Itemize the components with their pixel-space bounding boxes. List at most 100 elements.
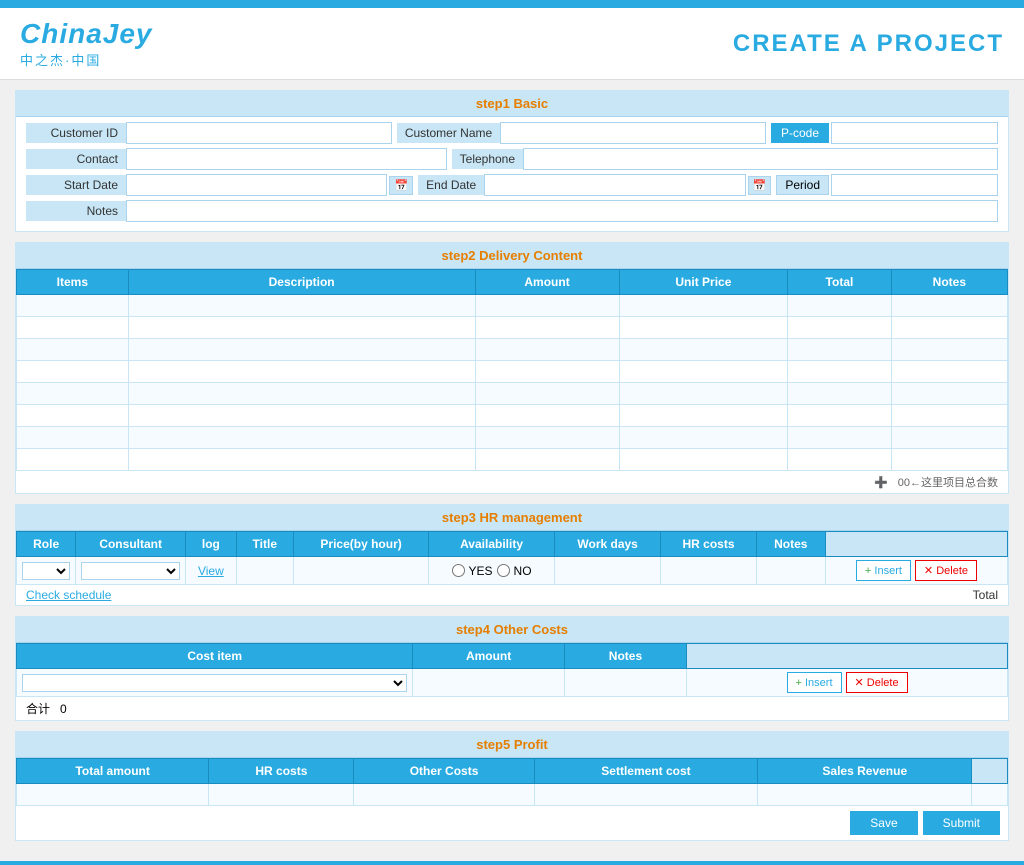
- cost-delete-button[interactable]: Delete: [846, 672, 908, 693]
- logo-sub: 中之杰·中国: [20, 50, 153, 69]
- step2-title-colored: Delivery Content: [479, 248, 582, 263]
- end-date-icon[interactable]: 📅: [748, 176, 772, 195]
- period-button[interactable]: Period: [776, 175, 829, 195]
- submit-button[interactable]: Submit: [923, 811, 1000, 835]
- yes-radio[interactable]: [452, 564, 465, 577]
- page-title: CREATE A PROJECT: [733, 30, 1004, 58]
- col-notes-hr: Notes: [756, 532, 825, 557]
- add-icon[interactable]: ➕: [874, 476, 888, 489]
- step3-section: step3 HR management Role Consultant log …: [15, 504, 1009, 606]
- main-content: step1 Basic Customer ID Customer Name P-…: [0, 80, 1024, 861]
- end-date-label: End Date: [418, 175, 484, 195]
- step1-header: step1 Basic: [16, 91, 1008, 117]
- logo: ChinaJey 中之杰·中国: [20, 18, 153, 69]
- step4-header: step4 Other Costs: [16, 617, 1008, 643]
- pcode-button[interactable]: P-code: [771, 123, 829, 143]
- col-other-costs-p: Other Costs: [354, 759, 534, 784]
- cost-insert-button[interactable]: Insert: [787, 672, 842, 693]
- hr-header-row: Role Consultant log Title Price(by hour)…: [17, 532, 1008, 557]
- table-row: [17, 317, 1008, 339]
- col-settlement: Settlement cost: [534, 759, 758, 784]
- cost-footer: 合计 0: [16, 697, 1008, 720]
- col-availability: Availability: [429, 532, 554, 557]
- col-amount-cost: Amount: [413, 644, 564, 669]
- step2-title-plain: step2: [442, 248, 476, 263]
- step1-form: Customer ID Customer Name P-code Contact…: [16, 117, 1008, 231]
- col-workdays: Work days: [554, 532, 661, 557]
- step3-title-plain: step3: [442, 510, 476, 525]
- customer-name-label: Customer Name: [397, 123, 500, 143]
- hr-delete-button[interactable]: Delete: [915, 560, 977, 581]
- step4-title-colored: Other Costs: [494, 622, 568, 637]
- hr-table: Role Consultant log Title Price(by hour)…: [16, 531, 1008, 585]
- cost-row: Insert Delete: [17, 669, 1008, 697]
- pcode-input[interactable]: [831, 122, 998, 144]
- cost-total-label: 合计: [26, 700, 50, 717]
- col-sales-revenue: Sales Revenue: [758, 759, 972, 784]
- step2-header: step2 Delivery Content: [16, 243, 1008, 269]
- telephone-input[interactable]: [523, 148, 998, 170]
- hr-row: View YES NO: [17, 557, 1008, 585]
- view-link[interactable]: View: [198, 564, 224, 578]
- header: ChinaJey 中之杰·中国 CREATE A PROJECT: [0, 8, 1024, 80]
- col-items: Items: [17, 270, 129, 295]
- col-actions: [825, 532, 1007, 557]
- hr-footer: Check schedule Total: [16, 585, 1008, 605]
- step2-section: step2 Delivery Content Items Description…: [15, 242, 1009, 494]
- col-consultant: Consultant: [76, 532, 186, 557]
- notes-row: Notes: [26, 200, 998, 222]
- date-row: Start Date 📅 End Date 📅 Period: [26, 174, 998, 196]
- col-price: Price(by hour): [293, 532, 429, 557]
- col-cost-item: Cost item: [17, 644, 413, 669]
- table-row: [17, 383, 1008, 405]
- start-date-icon[interactable]: 📅: [389, 176, 413, 195]
- col-empty-p: [972, 759, 1008, 784]
- no-radio[interactable]: [497, 564, 510, 577]
- col-total: Total: [788, 270, 891, 295]
- customer-name-input[interactable]: [500, 122, 766, 144]
- cost-header-row: Cost item Amount Notes: [17, 644, 1008, 669]
- telephone-label: Telephone: [452, 149, 523, 169]
- consultant-select[interactable]: [81, 562, 180, 580]
- table-row: [17, 361, 1008, 383]
- contact-input[interactable]: [126, 148, 447, 170]
- check-schedule-link[interactable]: Check schedule: [26, 588, 111, 602]
- save-button[interactable]: Save: [850, 811, 917, 835]
- end-date-input[interactable]: [484, 174, 745, 196]
- col-total-amount: Total amount: [17, 759, 209, 784]
- step3-title-colored: HR management: [480, 510, 583, 525]
- col-notes: Notes: [891, 270, 1007, 295]
- start-date-label: Start Date: [26, 175, 126, 195]
- hr-insert-button[interactable]: Insert: [856, 560, 911, 581]
- cost-table: Cost item Amount Notes Insert: [16, 643, 1008, 697]
- col-notes-cost: Notes: [564, 644, 686, 669]
- table-row: [17, 427, 1008, 449]
- customer-id-label: Customer ID: [26, 123, 126, 143]
- col-description: Description: [128, 270, 475, 295]
- step4-section: step4 Other Costs Cost item Amount Notes: [15, 616, 1009, 721]
- period-input[interactable]: [831, 174, 998, 196]
- role-select[interactable]: [22, 562, 70, 580]
- col-amount: Amount: [475, 270, 619, 295]
- customer-row: Customer ID Customer Name P-code: [26, 122, 998, 144]
- start-date-input[interactable]: [126, 174, 387, 196]
- notes-input[interactable]: [126, 200, 998, 222]
- customer-id-input[interactable]: [126, 122, 392, 144]
- col-hr-costs-p: HR costs: [209, 759, 354, 784]
- profit-header-row: Total amount HR costs Other Costs Settle…: [17, 759, 1008, 784]
- table-row: [17, 339, 1008, 361]
- logo-text: ChinaJey: [20, 18, 153, 50]
- bottom-buttons: Save Submit: [16, 806, 1008, 840]
- notes-label: Notes: [26, 201, 126, 221]
- delivery-table: Items Description Amount Unit Price Tota…: [16, 269, 1008, 471]
- no-label: NO: [514, 564, 532, 578]
- table-row: [17, 405, 1008, 427]
- cost-item-select[interactable]: [22, 674, 407, 692]
- col-unit-price: Unit Price: [619, 270, 788, 295]
- contact-label: Contact: [26, 149, 126, 169]
- col-actions-cost: [687, 644, 1008, 669]
- cost-total-value: 0: [60, 702, 67, 716]
- table-row: [17, 449, 1008, 471]
- availability-group: YES NO: [434, 564, 548, 578]
- profit-row: [17, 784, 1008, 806]
